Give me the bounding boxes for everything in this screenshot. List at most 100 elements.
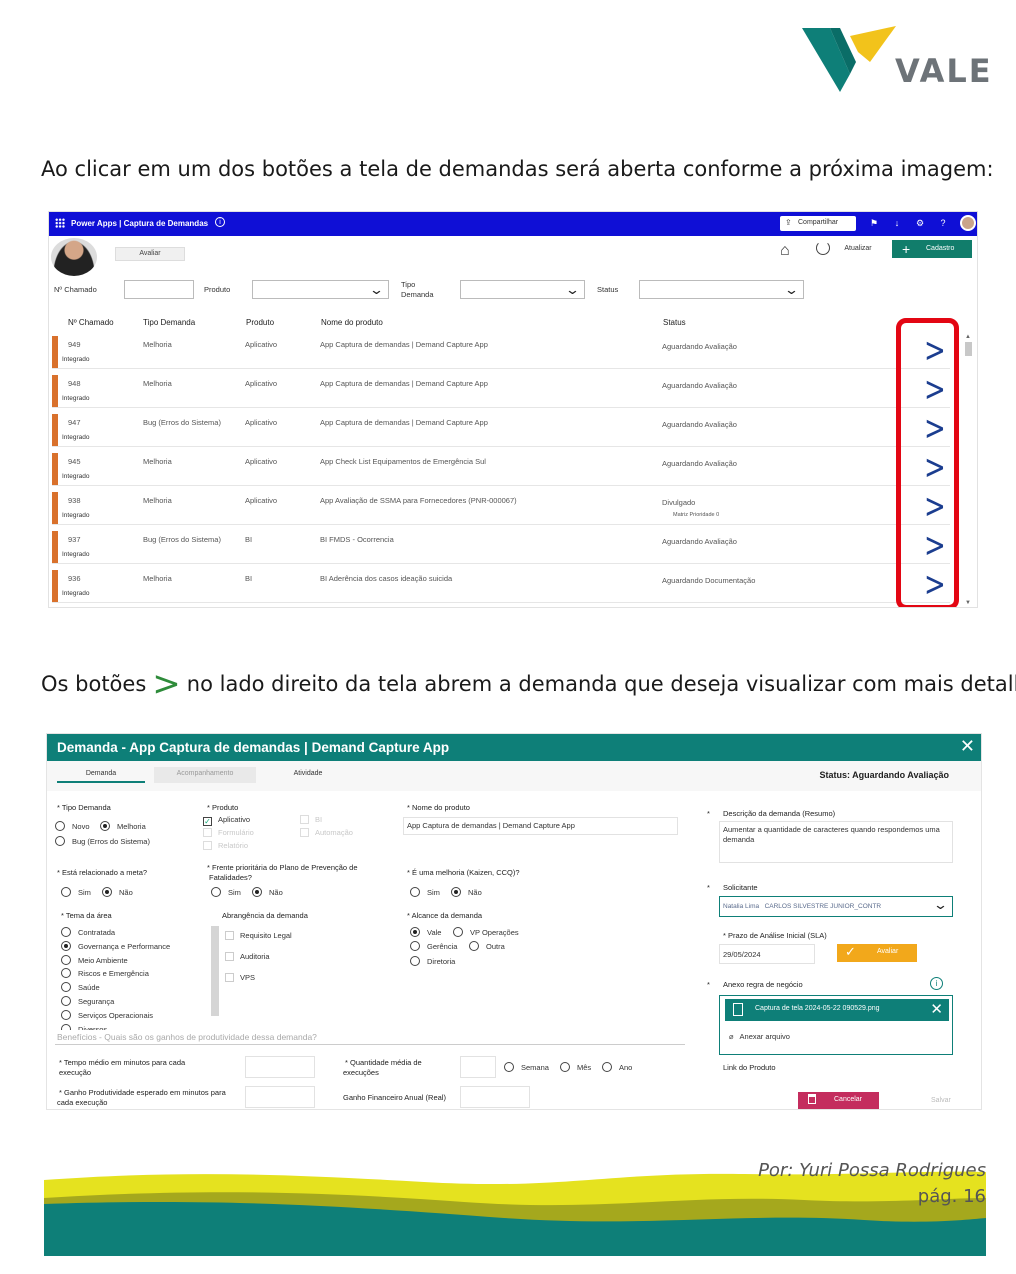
check-abrangencia-item[interactable]: Auditoria (225, 952, 270, 961)
salvar-button[interactable]: Salvar (931, 1097, 951, 1104)
table-row[interactable]: 949 Melhoria Aplicativo App Captura de dema… (52, 334, 950, 369)
radio-semana[interactable]: Semana (504, 1062, 549, 1072)
radio-icon (453, 927, 463, 937)
ganho-input[interactable] (245, 1086, 315, 1108)
radio-tema-item[interactable]: Saúde (61, 982, 100, 993)
cell-chamado: 949 (68, 340, 81, 349)
cell-produto: Aplicativo (245, 379, 278, 388)
close-icon[interactable]: ✕ (960, 736, 975, 757)
radio-bug[interactable]: Bug (Erros do Sistema) (55, 836, 150, 846)
waffle-icon[interactable] (55, 218, 65, 228)
filter-chamado-input[interactable] (124, 280, 194, 299)
scrollbar[interactable]: ▲ ▼ (963, 334, 973, 606)
radio-novo[interactable]: Novo (55, 821, 90, 831)
beneficios-placeholder[interactable]: Benefícios - Quais são os ganhos de prod… (57, 1032, 317, 1042)
radio-tema-item[interactable]: Segurança (61, 996, 114, 1006)
radio-tema-item[interactable]: Diversos (61, 1023, 107, 1030)
radio-meta-nao[interactable]: Não (102, 887, 133, 897)
radio-alcance-gerencia[interactable]: Gerência (410, 941, 457, 951)
check-bi[interactable]: BI (300, 815, 322, 824)
table-row[interactable]: 948 Melhoria Aplicativo App Captura de dema… (52, 373, 950, 408)
tempo-medio-input[interactable] (245, 1056, 315, 1078)
check-aplicativo[interactable]: ✓ Aplicativo (203, 815, 250, 826)
radio-ano[interactable]: Ano (602, 1062, 632, 1072)
download-icon[interactable]: ↓ (892, 218, 902, 228)
scroll-thumb[interactable] (965, 342, 972, 356)
tab-demanda[interactable]: Demanda (57, 767, 145, 783)
cancelar-button[interactable]: Cancelar (798, 1092, 879, 1109)
radio-alcance-vp[interactable]: VP Operações (453, 927, 519, 937)
check-abrangencia-item[interactable]: Requisito Legal (225, 931, 292, 940)
radio-alcance-diretoria[interactable]: Diretoria (410, 956, 455, 966)
scroll-down-icon[interactable]: ▼ (965, 600, 971, 606)
table-row[interactable]: 938 Melhoria Aplicativo App Avaliação de SS… (52, 490, 950, 525)
radio-frente-nao[interactable]: Não (252, 887, 283, 897)
frente-label-1: * Frente prioritária do Plano de Prevenç… (207, 863, 358, 872)
radio-tema-item[interactable]: Meio Ambiente (61, 954, 128, 965)
settings-icon[interactable]: ⚙ (915, 218, 925, 228)
cell-nome: BI Aderência dos casos ideação suicida (320, 574, 453, 583)
home-icon[interactable]: ⌂ (780, 242, 790, 260)
nome-produto-label: * Nome do produto (407, 803, 470, 812)
anexar-arquivo-link[interactable]: ⌀ Anexar arquivo (729, 1032, 790, 1041)
table-row[interactable]: 936 Melhoria BI BI Aderência dos casos idea… (52, 568, 950, 603)
cell-sub: Integrado (62, 434, 90, 441)
avaliar-button[interactable]: Avaliar (115, 247, 185, 261)
status-strip (52, 414, 58, 446)
flag-icon[interactable]: ⚑ (869, 218, 879, 228)
radio-melhoria[interactable]: Melhoria (100, 821, 146, 831)
prazo-avaliar-button[interactable]: ✓ Avaliar (837, 944, 917, 962)
info-icon[interactable]: i (930, 977, 943, 990)
scroll-up-icon[interactable]: ▲ (965, 334, 971, 340)
solicitante-label: Solicitante (723, 883, 758, 892)
atualizar-button[interactable]: Atualizar (833, 245, 883, 252)
check-abrangencia-item[interactable]: VPS (225, 973, 255, 982)
chevron-down-icon: ⌄ (783, 282, 800, 297)
radio-melhoria-nao[interactable]: Não (451, 887, 482, 897)
filter-tipo-select[interactable]: ⌄ (460, 280, 585, 299)
check-formulario[interactable]: Formulário (203, 828, 254, 837)
radio-mes[interactable]: Mês (560, 1062, 591, 1072)
user-avatar-icon[interactable] (960, 215, 976, 231)
cell-chamado: 938 (68, 496, 81, 505)
radio-tema-item[interactable]: Governança e Performance (61, 940, 170, 951)
radio-alcance-outra[interactable]: Outra (469, 941, 505, 951)
tema-scrollbar[interactable] (211, 926, 219, 1016)
tab-acompanhamento[interactable]: Acompanhamento (154, 767, 256, 783)
refresh-icon[interactable] (816, 241, 830, 255)
filter-status-select[interactable]: ⌄ (639, 280, 804, 299)
radio-tema-item[interactable]: Riscos e Emergência (61, 968, 149, 979)
table-row[interactable]: 945 Melhoria Aplicativo App Check List Equi… (52, 451, 950, 486)
info-icon[interactable]: i (215, 217, 225, 227)
share-button[interactable]: ⇪ Compartilhar (780, 216, 856, 231)
radio-alcance-vale[interactable]: Vale (410, 927, 441, 937)
cell-tipo: Melhoria (143, 496, 172, 505)
tab-atividade[interactable]: Atividade (263, 767, 353, 783)
radio-melhoria-sim[interactable]: Sim (410, 887, 440, 897)
radio-melhoria-nao-label: Não (468, 888, 482, 897)
cadastro-button[interactable]: + Cadastro (892, 240, 972, 258)
radio-tema-item[interactable]: Serviços Operacionais (61, 1009, 153, 1020)
table-row[interactable]: 947 Bug (Erros do Sistema) Aplicativo App C… (52, 412, 950, 447)
quantidade-input[interactable] (460, 1056, 496, 1078)
prazo-date-field[interactable]: 29/05/2024 (719, 944, 815, 964)
divider (55, 1044, 685, 1045)
radio-meta-sim[interactable]: Sim (61, 887, 91, 897)
anexo-file-item[interactable]: Captura de tela 2024-05-22 090529.png ✕ (725, 999, 949, 1021)
remove-file-icon[interactable]: ✕ (930, 1000, 943, 1018)
table-row[interactable]: 937 Bug (Erros do Sistema) BI BI FMDS - Oco… (52, 529, 950, 564)
check-relatorio[interactable]: Relatório (203, 841, 248, 850)
radio-icon (61, 968, 71, 979)
check-automacao[interactable]: Automação (300, 828, 353, 837)
help-icon[interactable]: ? (938, 218, 948, 228)
checkbox-icon (225, 931, 234, 940)
radio-tema-item[interactable]: Contratada (61, 927, 115, 937)
column-header: Tipo Demanda (143, 318, 196, 327)
ganho-financeiro-input[interactable] (460, 1086, 530, 1108)
app-title: Power Apps | Captura de Demandas (71, 219, 209, 228)
solicitante-select[interactable]: Natalia Lima CARLOS SILVESTRE JUNIOR_CON… (719, 896, 953, 917)
filter-produto-select[interactable]: ⌄ (252, 280, 389, 299)
radio-frente-sim[interactable]: Sim (211, 887, 241, 897)
descricao-field[interactable]: Aumentar a quantidade de caracteres quan… (719, 821, 953, 863)
nome-produto-field[interactable]: App Captura de demandas | Demand Capture… (403, 817, 678, 835)
